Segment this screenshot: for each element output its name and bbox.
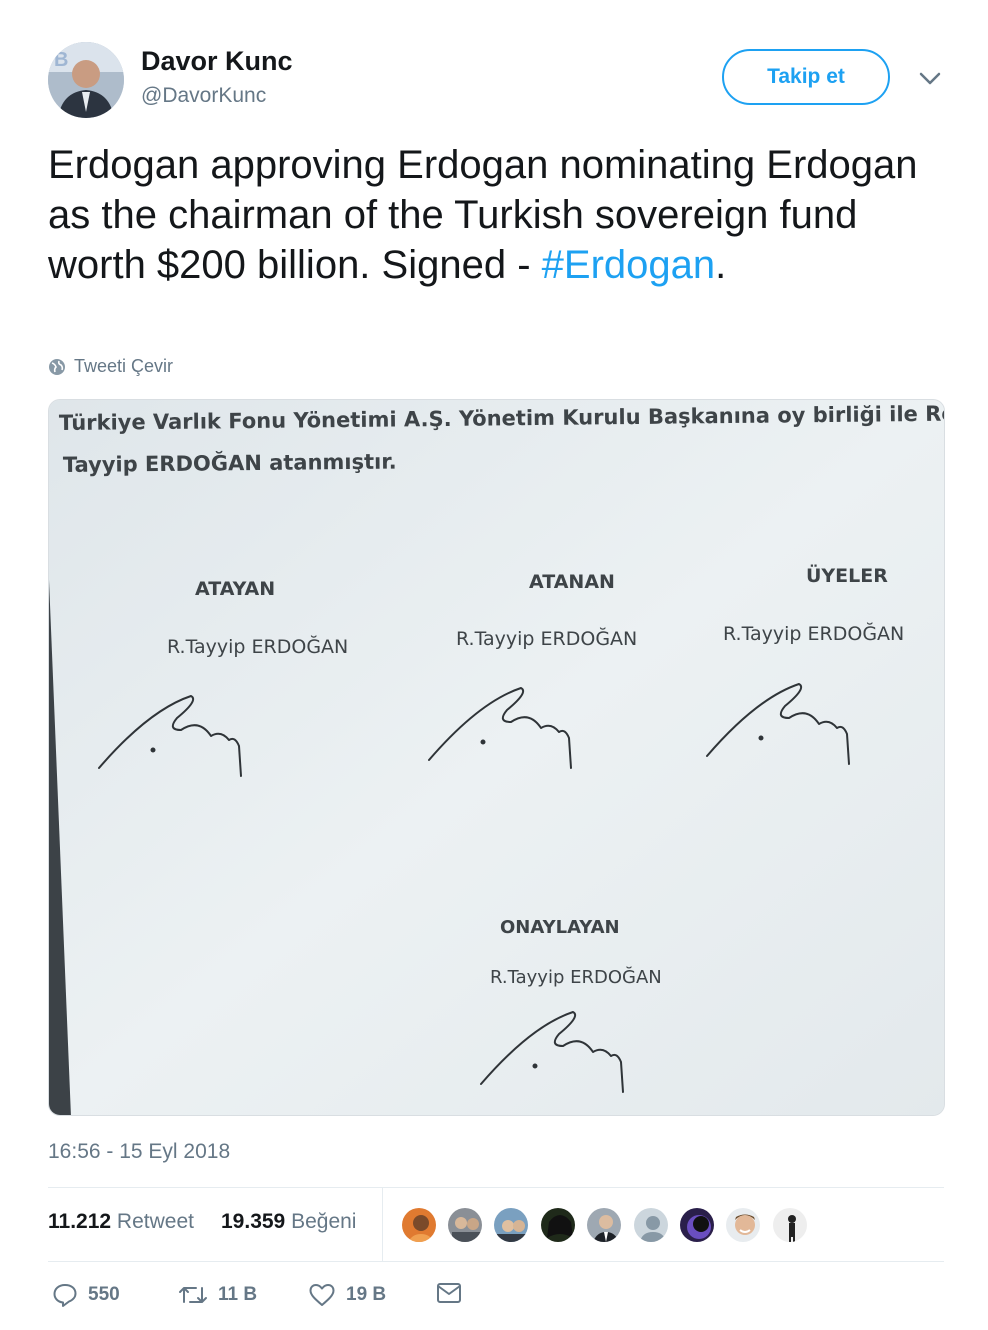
retweet-count: 11.212 [48,1210,112,1233]
like-stat-label: Beğeni [291,1210,357,1233]
reply-icon [53,1284,77,1307]
tweet-photo[interactable]: Türkiye Varlık Fonu Yönetimi A.Ş. Yöneti… [48,399,945,1116]
like-stat[interactable]: 19.359 Beğeni [221,1210,356,1234]
liker-avatar[interactable] [678,1206,716,1244]
display-name[interactable]: Davor Kunc [141,46,293,77]
tweet-header: B Davor Kunc @DavorKunc Takip et [48,40,944,120]
signer-name-1: R.Tayyip ERDOĞAN [167,634,348,658]
retweet-icon [179,1287,207,1303]
globe-icon [49,358,65,375]
stats-separator [382,1188,383,1261]
follow-button[interactable]: Takip et [722,49,890,105]
tweet-actions: 550 11 B 19 B [48,1278,944,1318]
chevron-down-icon[interactable] [916,66,944,90]
tweet-timestamp[interactable]: 16:56 - 15 Eyl 2018 [48,1140,230,1164]
liker-avatar[interactable] [724,1206,762,1244]
heart-icon [309,1284,335,1306]
direct-message-button[interactable] [436,1282,462,1304]
heading-uyeler: ÜYELER [806,563,888,587]
user-handle[interactable]: @DavorKunc [141,84,266,108]
retweet-action-count: 11 B [218,1284,258,1305]
like-action-count: 19 B [346,1284,387,1305]
document-line-2: Tayyip ERDOĞAN atanmıştır. [63,449,397,477]
translate-label: Tweeti Çevir [74,356,174,376]
liker-avatar[interactable] [585,1206,623,1244]
heading-atanan: ATANAN [529,571,615,593]
tweet-body: Erdogan approving Erdogan nominating Erd… [48,143,918,287]
liker-avatar[interactable] [446,1206,484,1244]
like-count: 19.359 [221,1210,286,1233]
tweet-stats: 11.212 Retweet 19.359 Beğeni [48,1188,944,1261]
reply-button[interactable]: 550 [52,1282,120,1308]
liker-avatar[interactable] [492,1206,530,1244]
divider [48,1261,944,1262]
liker-avatar[interactable] [400,1206,438,1244]
liker-avatar[interactable] [539,1206,577,1244]
signer-name-2: R.Tayyip ERDOĞAN [456,626,637,650]
tweet-text: Erdogan approving Erdogan nominating Erd… [48,140,944,290]
retweet-button[interactable]: 11 B [178,1282,257,1308]
avatar[interactable]: B [48,42,124,118]
retweet-stat[interactable]: 11.212 Retweet [48,1210,194,1234]
liker-avatar[interactable] [771,1206,809,1244]
signer-name-4: R.Tayyip ERDOĞAN [490,966,662,988]
envelope-icon [437,1283,461,1303]
reply-count: 550 [88,1284,120,1305]
heading-onaylayan: ONAYLAYAN [500,917,620,938]
liker-avatar[interactable] [632,1206,670,1244]
tweet-text-end: . [715,243,727,287]
svg-text:B: B [54,49,68,71]
retweet-stat-label: Retweet [116,1210,194,1233]
heading-atayan: ATAYAN [195,578,275,600]
hashtag-link[interactable]: #Erdogan [542,243,715,287]
signer-name-3: R.Tayyip ERDOĞAN [723,621,904,645]
like-button[interactable]: 19 B [308,1282,386,1308]
translate-tweet-link[interactable]: Tweeti Çevir [48,356,173,377]
